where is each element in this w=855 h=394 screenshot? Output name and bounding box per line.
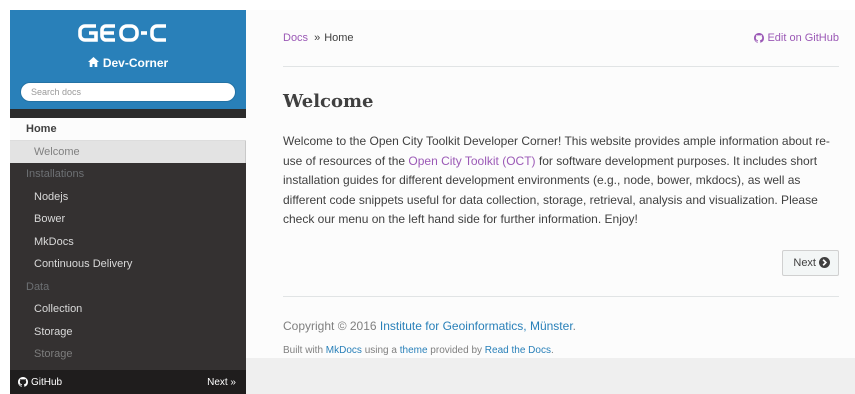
pagination: Next: [283, 249, 839, 276]
search-input[interactable]: [20, 82, 236, 102]
nav-item-mkdocs[interactable]: MkDocs: [10, 231, 246, 254]
nav-item-continuous-delivery[interactable]: Continuous Delivery: [10, 253, 246, 276]
copyright-period: .: [572, 318, 576, 333]
home-icon: [87, 56, 99, 70]
oct-link[interactable]: Open City Toolkit (OCT): [408, 154, 535, 168]
next-button-label: Next: [793, 256, 816, 269]
edit-on-github-label: Edit on GitHub: [767, 32, 839, 44]
nav-caption-installations: Installations: [26, 168, 85, 180]
next-button[interactable]: Next: [782, 249, 839, 276]
arrow-circle-right-icon: [819, 257, 830, 268]
nav-menu: Home Welcome Installations Nodejs Bower …: [10, 118, 246, 366]
github-link[interactable]: GitHub: [18, 377, 62, 388]
sidebar: Dev-Corner Home Welcome Installations No…: [10, 10, 246, 394]
document: Docs » Home Edit on GitHub Welcome Welcome…: [283, 10, 839, 356]
welcome-paragraph: Welcome to the Open City Toolkit Develop…: [283, 132, 839, 230]
copyright-text: Copyright © 2016: [283, 318, 380, 333]
nav-item-collection[interactable]: Collection: [10, 298, 246, 321]
main-content: Docs » Home Edit on GitHub Welcome Welcome…: [246, 10, 855, 360]
institute-link[interactable]: Institute for Geoinformatics, Münster: [380, 319, 573, 333]
nav-item-nodejs[interactable]: Nodejs: [10, 186, 246, 209]
nav-item-storage-2[interactable]: Storage: [10, 343, 246, 366]
nav-caption-data: Data: [26, 280, 50, 293]
github-label: GitHub: [31, 376, 63, 388]
dev-corner-link[interactable]: Dev-Corner: [10, 56, 246, 70]
built-text-1: Built with: [283, 344, 326, 356]
github-icon: [754, 33, 765, 43]
built-text-3: provided by: [427, 344, 485, 356]
nav-item-storage[interactable]: Storage: [10, 321, 246, 344]
copyright: Copyright © 2016 Institute for Geoinform…: [283, 319, 839, 333]
built-text-4: .: [550, 344, 554, 356]
github-icon: [18, 377, 28, 387]
breadcrumb-current: Home: [324, 32, 354, 44]
sidebar-divider: [10, 109, 246, 118]
page-title: Welcome: [283, 91, 374, 112]
nav-item-home[interactable]: Home: [10, 118, 246, 141]
breadcrumb: Docs » Home Edit on GitHub: [283, 10, 839, 67]
mkdocs-link[interactable]: MkDocs: [326, 345, 362, 356]
theme-link[interactable]: theme: [400, 345, 428, 356]
dev-corner-label: Dev-Corner: [102, 56, 169, 70]
breadcrumb-trail: Docs » Home: [283, 32, 354, 44]
breadcrumb-separator: »: [314, 32, 321, 44]
built-with: Built with MkDocs using a theme provided…: [283, 345, 839, 356]
sidebar-header: Dev-Corner: [10, 10, 246, 109]
nav-item-welcome[interactable]: Welcome: [10, 140, 246, 163]
geoc-logo-icon: [78, 24, 166, 42]
sidebar-footer: GitHub Next »: [10, 370, 246, 394]
nav-item-bower[interactable]: Bower: [10, 208, 246, 231]
built-text-2: using a: [361, 344, 400, 356]
breadcrumb-docs-link[interactable]: Docs: [283, 32, 308, 44]
edit-on-github-link[interactable]: Edit on GitHub: [754, 32, 839, 44]
page-background: [246, 358, 855, 394]
footer-divider: [283, 295, 839, 297]
read-the-docs-link[interactable]: Read the Docs: [485, 345, 551, 356]
logo[interactable]: [77, 20, 179, 48]
sidebar-next-link[interactable]: Next »: [207, 377, 236, 388]
